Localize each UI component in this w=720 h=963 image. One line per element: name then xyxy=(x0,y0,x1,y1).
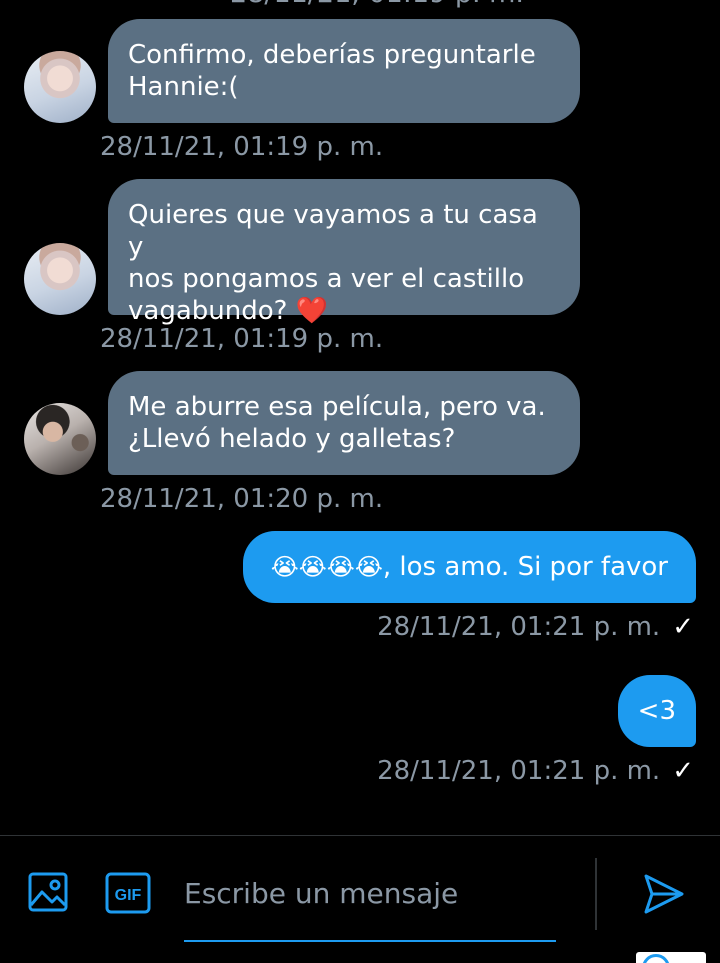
message-text: <3 xyxy=(637,696,676,726)
composer-separator xyxy=(595,858,597,930)
incoming-message-bubble[interactable]: Confirmo, deberías preguntarle Hannie:( xyxy=(108,19,580,123)
message-meta: 28/11/21, 01:21 p. m. ✓ xyxy=(377,612,694,642)
message-text-line: ¿Llevó helado y galletas? xyxy=(128,424,456,454)
cut-off-timestamp: 28/11/21, 01:19 p. m. xyxy=(230,0,524,9)
message-text-line: Hannie:( xyxy=(128,72,239,102)
message-meta: 28/11/21, 01:21 p. m. ✓ xyxy=(377,756,694,786)
message-text-segment: vagabundo? xyxy=(128,296,296,326)
incoming-message-bubble[interactable]: Quieres que vayamos a tu casa y nos pong… xyxy=(108,179,580,326)
message-text-line: Me aburre esa película, pero va. xyxy=(128,392,546,422)
outgoing-message-bubble[interactable]: 😭😭😭😭, los amo. Si por favor xyxy=(242,531,696,603)
avatar[interactable] xyxy=(24,403,96,475)
message-text: , los amo. Si por favor xyxy=(382,552,668,582)
overlay-widget xyxy=(636,952,706,963)
message-text-line: Quieres que vayamos a tu casa y xyxy=(128,200,538,262)
gif-icon: GIF xyxy=(105,872,151,914)
message-text-line: vagabundo? ❤️ xyxy=(128,295,560,327)
dm-conversation-screen: 28/11/21, 01:19 p. m. Confirmo, deberías… xyxy=(0,0,720,963)
image-icon xyxy=(28,872,68,912)
send-button[interactable] xyxy=(640,870,688,918)
composer-divider xyxy=(0,835,720,836)
message-input[interactable] xyxy=(184,862,556,924)
send-icon xyxy=(644,874,684,914)
crying-emoji: 😭😭😭😭 xyxy=(270,553,383,581)
message-timestamp: 28/11/21, 01:19 p. m. xyxy=(100,324,384,354)
heart-emoji: ❤️ xyxy=(295,296,329,326)
add-gif-button[interactable]: GIF xyxy=(104,870,152,916)
message-timestamp: 28/11/21, 01:19 p. m. xyxy=(100,132,384,162)
incoming-message-bubble[interactable]: Me aburre esa película, pero va. ¿Llevó … xyxy=(108,371,580,475)
check-icon: ✓ xyxy=(672,756,694,786)
outgoing-message-bubble[interactable]: <3 xyxy=(617,675,696,747)
gif-label: GIF xyxy=(115,887,142,904)
message-input-wrapper xyxy=(184,862,556,942)
message-timestamp: 28/11/21, 01:20 p. m. xyxy=(100,484,384,514)
message-timestamp: 28/11/21, 01:21 p. m. xyxy=(377,612,661,642)
avatar[interactable] xyxy=(24,51,96,123)
check-icon: ✓ xyxy=(672,612,694,642)
message-text-line: nos pongamos a ver el castillo xyxy=(128,264,525,294)
message-text-line: Confirmo, deberías preguntarle xyxy=(128,40,536,70)
add-image-button[interactable] xyxy=(24,868,72,916)
avatar[interactable] xyxy=(24,243,96,315)
message-timestamp: 28/11/21, 01:21 p. m. xyxy=(377,756,661,786)
